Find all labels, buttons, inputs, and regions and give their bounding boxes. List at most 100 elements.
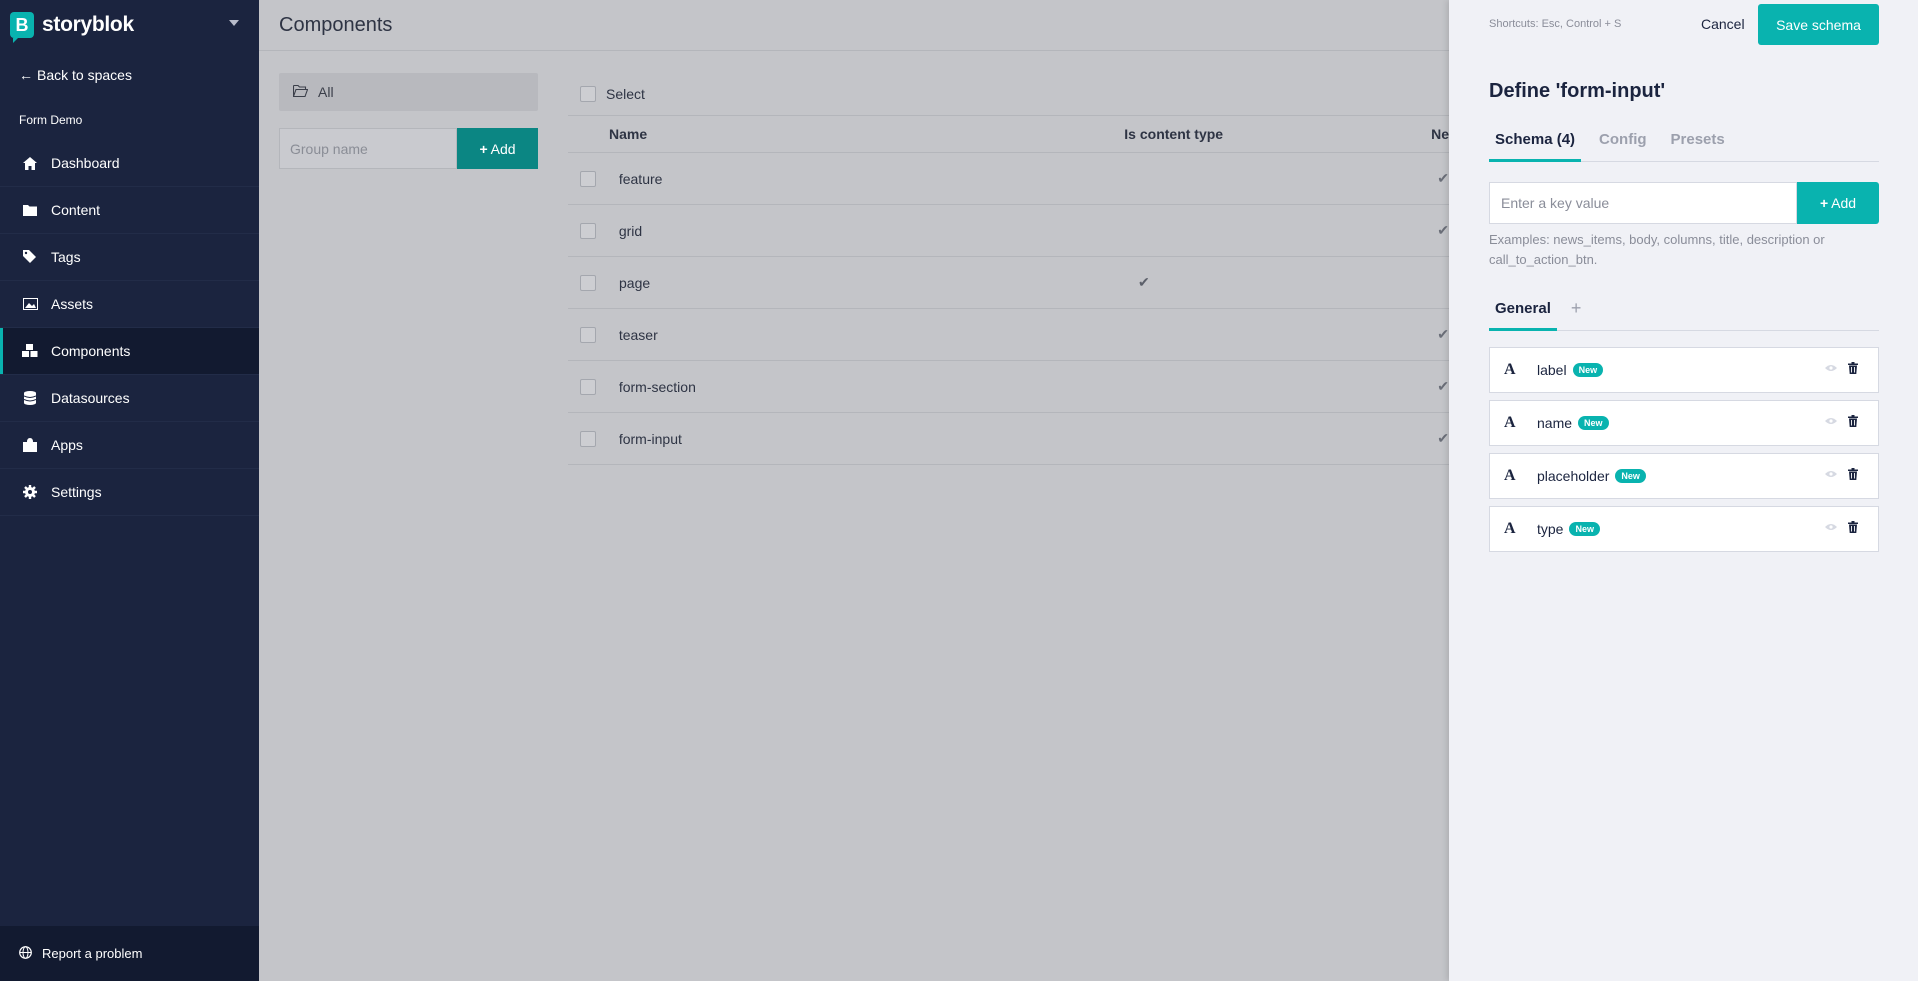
trash-icon[interactable]: [1848, 361, 1858, 377]
key-value-input[interactable]: Enter a key value: [1489, 182, 1797, 224]
component-name[interactable]: grid: [619, 223, 1132, 239]
examples-hint: Examples: news_items, body, columns, tit…: [1489, 232, 1825, 267]
sidebar-item-apps[interactable]: Apps: [0, 422, 259, 469]
sidebar-item-label: Settings: [51, 484, 102, 500]
eye-icon[interactable]: [1825, 467, 1837, 481]
text-type-icon: A: [1504, 414, 1516, 431]
folder-icon: [21, 204, 39, 216]
group-all[interactable]: All: [279, 73, 538, 111]
panel-header: Shortcuts: Esc, Control + S Cancel Save …: [1449, 0, 1918, 48]
report-label: Report a problem: [42, 946, 143, 961]
add-tab-plus-icon[interactable]: +: [1571, 297, 1582, 330]
cancel-button[interactable]: Cancel: [1701, 16, 1745, 32]
check-icon: ✔: [1138, 274, 1150, 290]
sidebar-item-tags[interactable]: Tags: [0, 234, 259, 281]
brand[interactable]: B storyblok: [0, 0, 259, 50]
trash-icon[interactable]: [1848, 520, 1858, 536]
table-row[interactable]: teaser ✔: [568, 309, 1449, 361]
component-name[interactable]: teaser: [619, 327, 1132, 343]
add-group-label: Add: [490, 140, 516, 157]
schema-field[interactable]: A placeholder New: [1489, 453, 1879, 499]
tab-general[interactable]: General: [1489, 297, 1557, 331]
table-row[interactable]: feature ✔: [568, 153, 1449, 205]
text-type-icon: A: [1504, 467, 1516, 484]
row-checkbox[interactable]: [580, 326, 596, 343]
home-icon: [21, 156, 39, 170]
tags-icon: [21, 250, 39, 264]
check-icon: ✔: [1437, 378, 1449, 394]
shortcuts-hint: Shortcuts: Esc, Control + S: [1489, 18, 1622, 30]
column-header-content-type[interactable]: Is content type: [1124, 126, 1431, 142]
sidebar-item-datasources[interactable]: Datasources: [0, 375, 259, 422]
brand-name: storyblok: [42, 13, 134, 36]
database-icon: [21, 391, 39, 405]
select-all-checkbox[interactable]: [580, 86, 596, 102]
text-type-icon: A: [1504, 361, 1516, 378]
tab-config[interactable]: Config: [1593, 128, 1652, 162]
table-row[interactable]: form-input ✔: [568, 413, 1449, 465]
sidebar-item-components[interactable]: Components: [0, 328, 259, 375]
row-checkbox[interactable]: [580, 170, 596, 187]
eye-icon[interactable]: [1825, 414, 1837, 428]
new-badge: New: [1569, 522, 1600, 536]
new-badge: New: [1578, 416, 1609, 430]
select-label: Select: [606, 86, 645, 102]
field-group-tabs: General +: [1489, 297, 1879, 331]
add-key-label: Add: [1831, 195, 1857, 211]
component-name[interactable]: feature: [619, 171, 1132, 187]
trash-icon[interactable]: [1848, 414, 1858, 430]
group-name-input[interactable]: Group name: [279, 128, 457, 169]
sidebar-item-settings[interactable]: Settings: [0, 469, 259, 516]
plus-icon: +: [1819, 195, 1829, 211]
back-label: Back to spaces: [37, 67, 132, 83]
save-schema-button[interactable]: Save schema: [1758, 4, 1879, 45]
table-row[interactable]: form-section ✔: [568, 361, 1449, 413]
add-group-button[interactable]: + Add: [457, 128, 538, 169]
component-name[interactable]: page: [619, 275, 1138, 291]
tab-presets[interactable]: Presets: [1665, 128, 1731, 162]
column-header-nestable[interactable]: Ne: [1431, 126, 1449, 142]
schema-field[interactable]: A label New: [1489, 347, 1879, 393]
row-checkbox[interactable]: [580, 378, 596, 395]
components-table: Select Name Is content type Ne feature ✔…: [568, 73, 1449, 465]
component-name[interactable]: form-input: [619, 431, 1132, 447]
check-icon: ✔: [1437, 170, 1449, 186]
sidebar-item-label: Dashboard: [51, 155, 120, 171]
text-type-icon: A: [1504, 520, 1516, 537]
eye-icon[interactable]: [1825, 361, 1837, 375]
row-checkbox[interactable]: [580, 430, 596, 447]
table-row[interactable]: grid ✔: [568, 205, 1449, 257]
add-key-form: Enter a key value + Add: [1489, 182, 1879, 224]
component-groups: All Group name + Add: [279, 73, 538, 169]
space-switcher-caret-icon[interactable]: [229, 20, 239, 26]
arrow-left-icon: ←: [19, 67, 33, 83]
storyblok-logo-icon: B: [10, 12, 34, 43]
eye-icon[interactable]: [1825, 520, 1837, 534]
add-key-button[interactable]: + Add: [1797, 182, 1879, 224]
row-checkbox[interactable]: [580, 274, 596, 291]
component-name[interactable]: form-section: [619, 379, 1132, 395]
space-name: Form Demo: [19, 113, 83, 127]
report-problem-link[interactable]: Report a problem: [0, 926, 259, 981]
sidebar-item-label: Datasources: [51, 390, 130, 406]
schema-field[interactable]: A name New: [1489, 400, 1879, 446]
sidebar-item-label: Assets: [51, 296, 94, 312]
table-header: Name Is content type Ne: [568, 116, 1449, 153]
plus-icon: +: [479, 140, 488, 157]
tab-schema[interactable]: Schema (4): [1489, 128, 1582, 162]
column-header-name[interactable]: Name: [609, 126, 1124, 142]
schema-field[interactable]: A type New: [1489, 506, 1879, 552]
schema-panel: Shortcuts: Esc, Control + S Cancel Save …: [1449, 0, 1918, 981]
page-title: Components: [279, 13, 393, 36]
sidebar-item-content[interactable]: Content: [0, 187, 259, 234]
field-name: name: [1537, 415, 1573, 431]
back-to-spaces-link[interactable]: ← Back to spaces: [0, 50, 259, 100]
select-all-row: Select: [568, 73, 1449, 116]
trash-icon[interactable]: [1848, 467, 1858, 483]
sidebar-item-assets[interactable]: Assets: [0, 281, 259, 328]
table-row[interactable]: page ✔: [568, 257, 1449, 309]
globe-icon: [19, 945, 32, 962]
new-badge: New: [1615, 469, 1646, 483]
sidebar-item-dashboard[interactable]: Dashboard: [0, 140, 259, 187]
row-checkbox[interactable]: [580, 222, 596, 239]
